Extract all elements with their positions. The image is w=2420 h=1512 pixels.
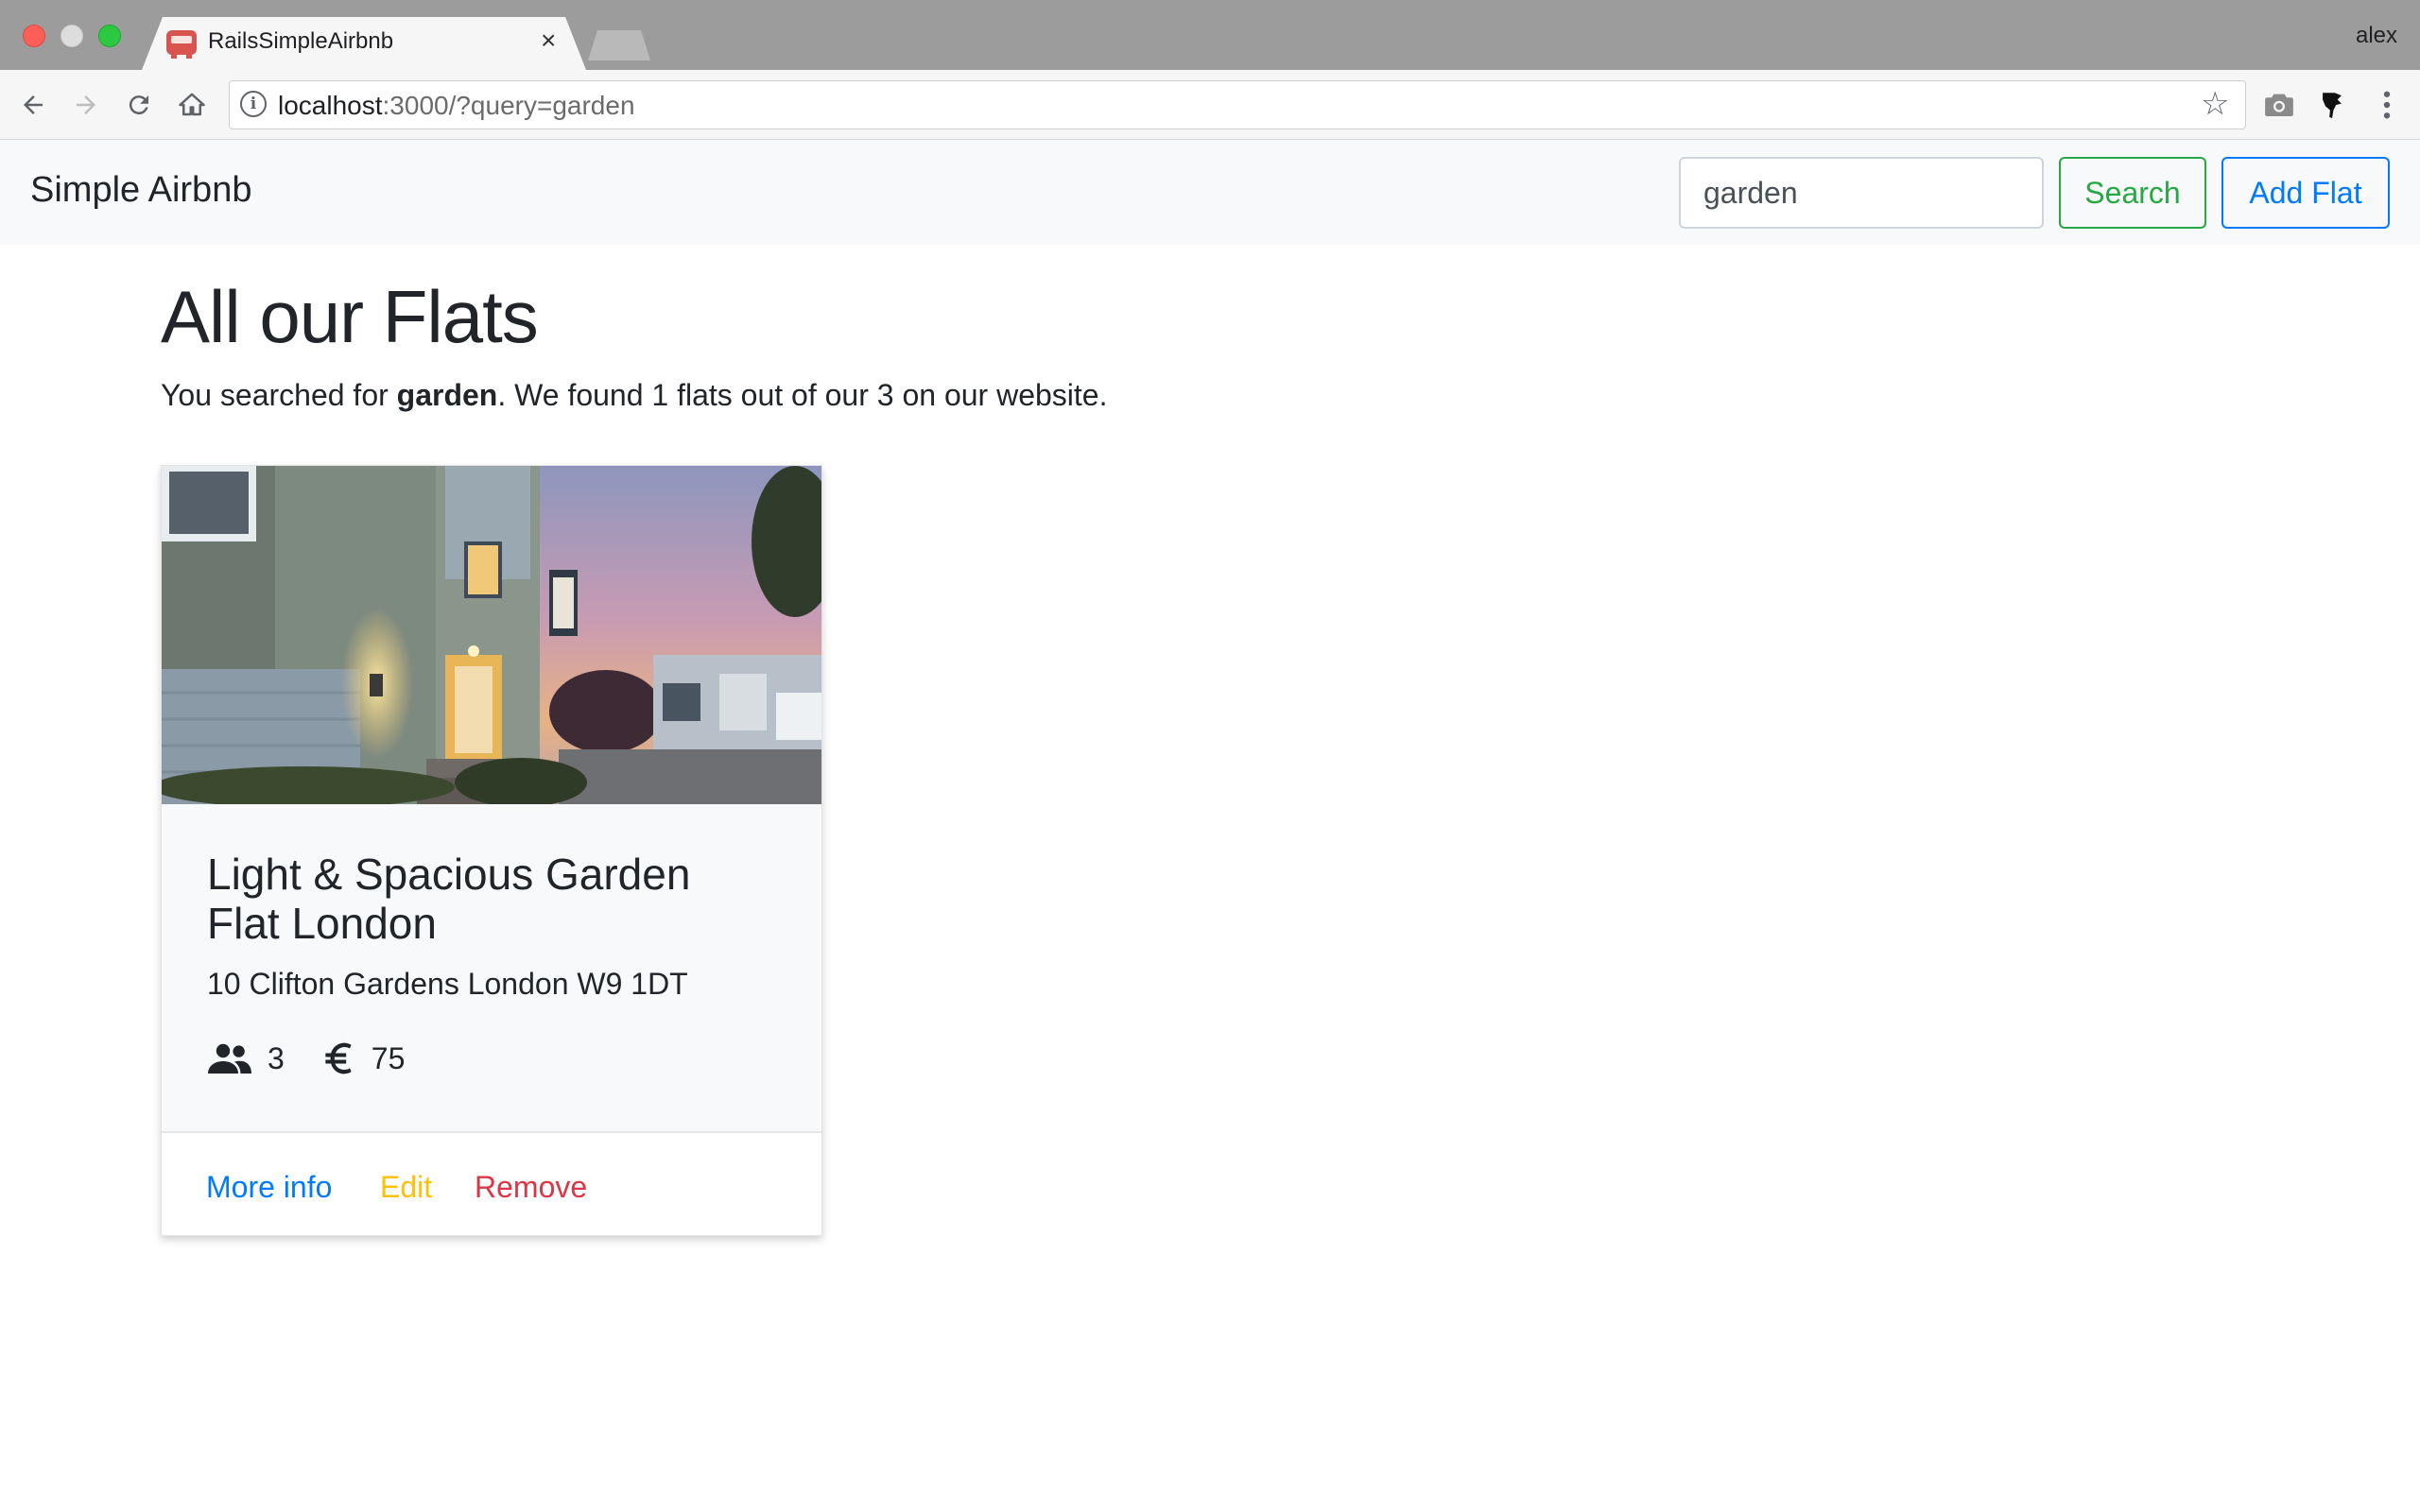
flat-card: Light & Spacious Garden Flat London 10 C… — [161, 465, 822, 1236]
window-minimize-button[interactable] — [60, 25, 83, 47]
flat-photo — [162, 466, 821, 804]
flat-price: 75 — [371, 1040, 406, 1075]
reload-icon[interactable] — [123, 89, 155, 121]
flat-guests: 3 — [268, 1040, 285, 1075]
extension-icon[interactable] — [2314, 87, 2350, 123]
window-close-button[interactable] — [23, 25, 45, 47]
search-input[interactable] — [1679, 157, 2044, 229]
site-info-icon[interactable]: i — [240, 91, 267, 117]
people-icon — [207, 1042, 252, 1074]
search-query-term: garden — [396, 378, 498, 412]
new-tab-button[interactable] — [588, 30, 650, 60]
profile-name[interactable]: alex — [2356, 23, 2397, 49]
page-title: All our Flats — [161, 275, 539, 358]
site-navbar — [0, 140, 2420, 245]
tab-title: RailsSimpleAirbnb — [208, 28, 394, 54]
euro-icon — [320, 1040, 356, 1077]
window-zoom-button[interactable] — [98, 25, 121, 47]
flat-meta: 3 75 — [207, 1039, 405, 1078]
brand-link[interactable]: Simple Airbnb — [30, 170, 251, 211]
camera-icon[interactable] — [2261, 87, 2297, 123]
bus-favicon-icon — [166, 30, 197, 59]
remove-link[interactable]: Remove — [475, 1170, 587, 1205]
add-flat-button[interactable]: Add Flat — [2221, 157, 2390, 229]
home-icon[interactable] — [176, 89, 208, 121]
chrome-menu-icon[interactable] — [2369, 87, 2405, 123]
url-text[interactable]: localhost:3000/?query=garden — [278, 91, 635, 121]
back-arrow-icon[interactable] — [17, 89, 49, 121]
flat-address: 10 Clifton Gardens London W9 1DT — [207, 967, 688, 1001]
flat-name: Light & Spacious Garden Flat London — [207, 850, 691, 948]
more-info-link[interactable]: More info — [206, 1170, 332, 1205]
search-summary: You searched for garden. We found 1 flat… — [161, 378, 1108, 412]
bookmark-star-icon[interactable]: ☆ — [2201, 87, 2229, 121]
edit-link[interactable]: Edit — [380, 1170, 432, 1205]
tab-close-icon[interactable]: × — [541, 26, 556, 55]
forward-arrow-icon[interactable] — [70, 89, 102, 121]
search-button[interactable]: Search — [2059, 157, 2206, 229]
